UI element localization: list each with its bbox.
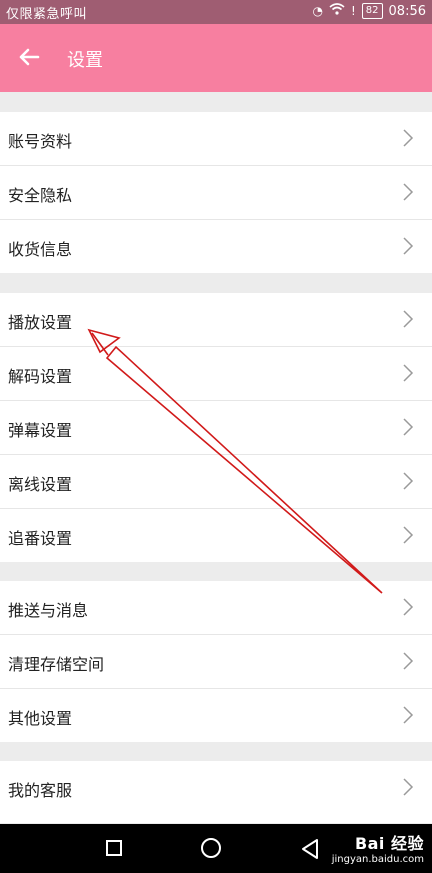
settings-item-label: 收货信息 <box>8 240 73 259</box>
chevron-right-icon <box>403 418 414 436</box>
nfc-icon: ◔ <box>312 4 323 18</box>
settings-item-push-messages[interactable]: 推送与消息 <box>0 581 432 635</box>
baidu-watermark: Bai 经验 jingyan.baidu.com <box>332 830 424 865</box>
system-nav-bar: Bai 经验 jingyan.baidu.com <box>0 824 432 873</box>
settings-item-label: 解码设置 <box>8 367 73 386</box>
settings-item-clear-storage[interactable]: 清理存储空间 <box>0 635 432 689</box>
back-arrow-icon[interactable] <box>14 42 44 72</box>
settings-item-label: 我的客服 <box>8 781 73 800</box>
recent-apps-button[interactable] <box>106 840 122 856</box>
settings-item-label: 播放设置 <box>8 313 73 332</box>
settings-item-account-profile[interactable]: 账号资料 <box>0 112 432 166</box>
settings-item-label: 其他设置 <box>8 709 73 728</box>
settings-item-playback[interactable]: 播放设置 <box>0 293 432 347</box>
battery-indicator: 82 <box>361 3 383 19</box>
settings-item-offline[interactable]: 离线设置 <box>0 455 432 509</box>
signal-icon: ! <box>350 4 356 18</box>
chevron-right-icon <box>403 183 414 201</box>
settings-item-danmaku[interactable]: 弹幕设置 <box>0 401 432 455</box>
chevron-right-icon <box>403 598 414 616</box>
settings-item-other[interactable]: 其他设置 <box>0 689 432 742</box>
settings-item-label: 安全隐私 <box>8 186 73 205</box>
page-title: 设置 <box>67 50 103 71</box>
settings-item-security-privacy[interactable]: 安全隐私 <box>0 166 432 220</box>
settings-item-customer-service[interactable]: 我的客服 <box>0 761 432 823</box>
toolbar: 设置 <box>0 24 432 92</box>
watermark-brand: Bai 经验 <box>354 834 424 853</box>
watermark-url: jingyan.baidu.com <box>331 854 424 865</box>
settings-group-playback: 播放设置 解码设置 弹幕设置 离线设置 追番设置 <box>0 293 432 562</box>
settings-item-label: 清理存储空间 <box>8 655 105 674</box>
status-bar: 仅限紧急呼叫 ◔ ! 82 08:56 <box>0 0 432 24</box>
settings-item-label: 追番设置 <box>8 529 73 548</box>
chevron-right-icon <box>403 526 414 544</box>
chevron-right-icon <box>403 237 414 255</box>
settings-group-support: 我的客服 <box>0 761 432 823</box>
settings-group-account: 账号资料 安全隐私 收货信息 <box>0 112 432 273</box>
settings-item-label: 推送与消息 <box>8 601 89 620</box>
chevron-right-icon <box>403 472 414 490</box>
settings-item-shipping-info[interactable]: 收货信息 <box>0 220 432 273</box>
settings-item-anime-follow[interactable]: 追番设置 <box>0 509 432 562</box>
chevron-right-icon <box>403 364 414 382</box>
settings-item-label: 账号资料 <box>8 132 73 151</box>
settings-group-other: 推送与消息 清理存储空间 其他设置 <box>0 581 432 742</box>
emergency-call-text: 仅限紧急呼叫 <box>6 7 88 22</box>
chevron-right-icon <box>403 778 414 796</box>
chevron-right-icon <box>403 310 414 328</box>
chevron-right-icon <box>403 129 414 147</box>
chevron-right-icon <box>403 706 414 724</box>
settings-item-decoding[interactable]: 解码设置 <box>0 347 432 401</box>
back-triangle-icon[interactable] <box>300 838 320 860</box>
clock: 08:56 <box>388 3 426 19</box>
chevron-right-icon <box>403 652 414 670</box>
settings-item-label: 离线设置 <box>8 475 73 494</box>
wifi-icon <box>329 2 345 20</box>
home-button[interactable] <box>201 838 221 858</box>
settings-item-label: 弹幕设置 <box>8 421 73 440</box>
